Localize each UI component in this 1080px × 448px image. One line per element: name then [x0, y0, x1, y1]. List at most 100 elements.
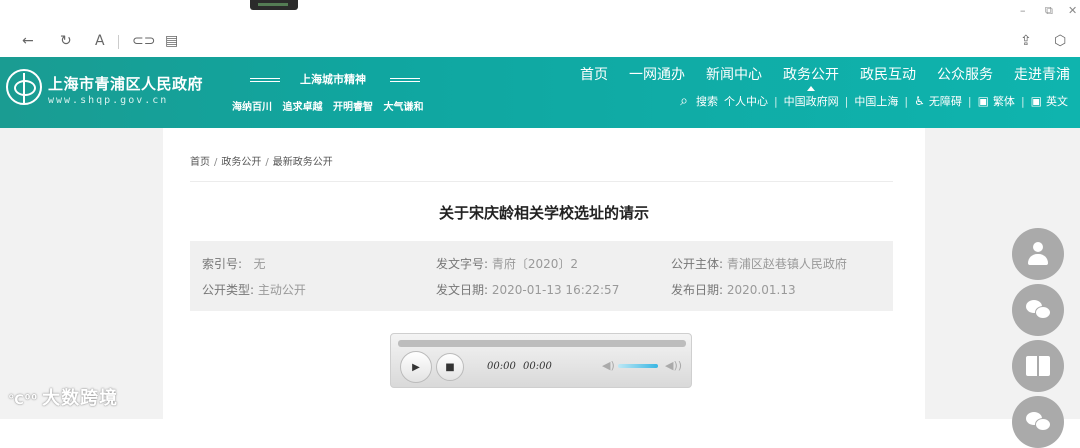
site-header: 上海市青浦区人民政府 www.shqp.gov.cn 上海城市精神 海纳百川 追…	[0, 57, 1080, 128]
meta-label: 索引号:	[202, 257, 243, 271]
site-title[interactable]: 上海市青浦区人民政府	[48, 73, 203, 94]
extension-icon[interactable]: ⬡	[1054, 32, 1066, 50]
browser-toolbar: ← ↻ A ⊂⊃ ▤ ⇪ ⬡	[0, 26, 1080, 57]
play-icon: ▶	[412, 361, 420, 373]
breadcrumb-latest[interactable]: 最新政务公开	[273, 157, 333, 168]
page-title: 关于宋庆龄相关学校选址的请示	[438, 204, 649, 222]
spirit-word: 开明睿智	[332, 102, 373, 113]
personal-center-link[interactable]: 个人中心	[724, 93, 768, 109]
volume-low-icon[interactable]: ◀)	[602, 359, 615, 372]
search-link[interactable]: 搜索	[696, 93, 718, 109]
decor-line-left	[250, 78, 280, 82]
audio-player: ▶ ■ 00:00 00:00 ◀) ◀))	[390, 333, 692, 388]
meta-value: 无	[253, 257, 266, 271]
nav-news-center[interactable]: 新闻中心	[706, 64, 762, 84]
meta-issue-date: 发文日期: 2020-01-13 16:22:57	[436, 281, 619, 298]
city-spirit-title: 上海城市精神	[300, 73, 366, 86]
main-content: 首页 / 政务公开 / 最新政务公开 关于宋庆龄相关学校选址的请示 索引号: 无 发文字…	[163, 128, 925, 419]
play-button[interactable]: ▶	[400, 351, 432, 383]
meta-index: 索引号: 无	[202, 255, 266, 272]
breadcrumb-divider	[190, 181, 893, 182]
left-gutter	[0, 128, 163, 419]
link-icon[interactable]: ⊂⊃	[132, 32, 155, 50]
more-button[interactable]	[1012, 396, 1064, 448]
restore-button[interactable]: ⧉	[1045, 4, 1053, 18]
chat-icon	[1026, 412, 1051, 432]
wechat-icon	[1026, 300, 1051, 320]
volume-high-icon[interactable]: ◀))	[665, 359, 682, 372]
gov-cn-link[interactable]: 中国政府网	[784, 93, 839, 109]
meta-value: 2020-01-13 16:22:57	[491, 283, 620, 297]
reload-icon[interactable]: ↻	[60, 32, 72, 50]
main-nav: 首页 一网通办 新闻中心 政务公开 政民互动 公众服务 走进青浦	[559, 64, 1070, 91]
meta-value: 青浦区赵巷镇人民政府	[726, 257, 847, 271]
english-icon: ▣	[1030, 94, 1042, 108]
meta-value: 主动公开	[257, 283, 306, 297]
decor-line-right	[390, 78, 420, 82]
meta-label: 发文日期:	[436, 283, 489, 297]
share-icon[interactable]: ⇪	[1020, 32, 1032, 50]
volume-slider[interactable]	[618, 364, 658, 368]
accessibility-icon: ♿	[914, 94, 925, 108]
nav-home[interactable]: 首页	[580, 64, 608, 84]
close-window-button[interactable]: ✕	[1068, 4, 1077, 17]
meta-doc-number: 发文字号: 青府〔2020〕2	[436, 255, 578, 272]
city-spirit-words: 海纳百川 追求卓越 开明睿智 大气谦和	[232, 98, 430, 113]
nav-gov-affairs[interactable]: 政务公开	[783, 64, 839, 91]
sub-nav: ⌕ 搜索 个人中心 | 中国政府网 | 中国上海 | ♿ 无障碍 | ▣ 繁体 …	[680, 93, 1068, 109]
duration: 00:00	[523, 361, 552, 372]
breadcrumb: 首页 / 政务公开 / 最新政务公开	[190, 157, 333, 168]
divider: |	[773, 94, 778, 108]
meta-label: 发布日期:	[671, 283, 724, 297]
stop-icon: ■	[445, 361, 455, 373]
divider: |	[904, 94, 909, 108]
qingpu-logo-icon[interactable]	[6, 69, 42, 105]
current-time: 00:00	[487, 361, 516, 372]
divider: |	[844, 94, 849, 108]
wechat-button[interactable]	[1012, 284, 1064, 336]
meta-label: 公开主体:	[671, 257, 724, 271]
audio-progress-bar[interactable]	[398, 340, 686, 347]
meta-publisher: 公开主体: 青浦区赵巷镇人民政府	[671, 255, 847, 272]
meta-value: 青府〔2020〕2	[491, 257, 579, 271]
nav-public-service[interactable]: 公众服务	[937, 64, 993, 84]
book-icon	[1026, 356, 1050, 376]
meta-publish-date: 发布日期: 2020.01.13	[671, 281, 796, 298]
divider: |	[967, 94, 972, 108]
meta-label: 公开类型:	[202, 283, 255, 297]
meta-type: 公开类型: 主动公开	[202, 281, 306, 298]
browser-titlebar: – ⧉ ✕	[0, 0, 1080, 26]
watermark-text: 大数跨境	[42, 388, 119, 409]
watermark-logo-icon: ℃⁰⁰	[8, 393, 39, 408]
nav-about-qingpu[interactable]: 走进青浦	[1014, 64, 1070, 84]
tab-icon[interactable]: ▤	[165, 32, 178, 50]
meta-value: 2020.01.13	[726, 283, 796, 297]
english-link[interactable]: 英文	[1046, 93, 1068, 109]
reading-button[interactable]	[1012, 340, 1064, 392]
nav-one-stop-service[interactable]: 一网通办	[629, 64, 685, 84]
accessibility-link[interactable]: 无障碍	[929, 93, 962, 109]
shanghai-link[interactable]: 中国上海	[854, 93, 898, 109]
breadcrumb-home[interactable]: 首页	[190, 157, 210, 168]
site-url: www.shqp.gov.cn	[48, 95, 169, 106]
spirit-word: 海纳百川	[232, 102, 272, 113]
user-center-button[interactable]	[1012, 228, 1064, 280]
back-arrow-icon[interactable]: ←	[22, 32, 34, 50]
user-icon	[1027, 242, 1049, 266]
toolbar-divider	[118, 35, 119, 49]
traditional-chinese-icon: ▣	[977, 94, 989, 108]
search-icon[interactable]: ⌕	[680, 93, 688, 109]
meta-label: 发文字号:	[436, 257, 489, 271]
tab-thumbnail[interactable]	[250, 0, 298, 10]
stop-button[interactable]: ■	[436, 353, 464, 381]
watermark: ℃⁰⁰ 大数跨境	[8, 384, 118, 410]
divider: |	[1020, 94, 1025, 108]
spirit-word: 大气谦和	[383, 102, 424, 113]
document-meta: 索引号: 无 发文字号: 青府〔2020〕2 公开主体: 青浦区赵巷镇人民政府 …	[190, 241, 893, 311]
breadcrumb-gov-affairs[interactable]: 政务公开	[221, 157, 261, 168]
nav-interaction[interactable]: 政民互动	[860, 64, 916, 84]
reader-mode-button[interactable]: A	[95, 32, 105, 50]
spirit-word: 追求卓越	[282, 102, 323, 113]
traditional-chinese-link[interactable]: 繁体	[993, 93, 1015, 109]
minimize-button[interactable]: –	[1020, 4, 1026, 17]
